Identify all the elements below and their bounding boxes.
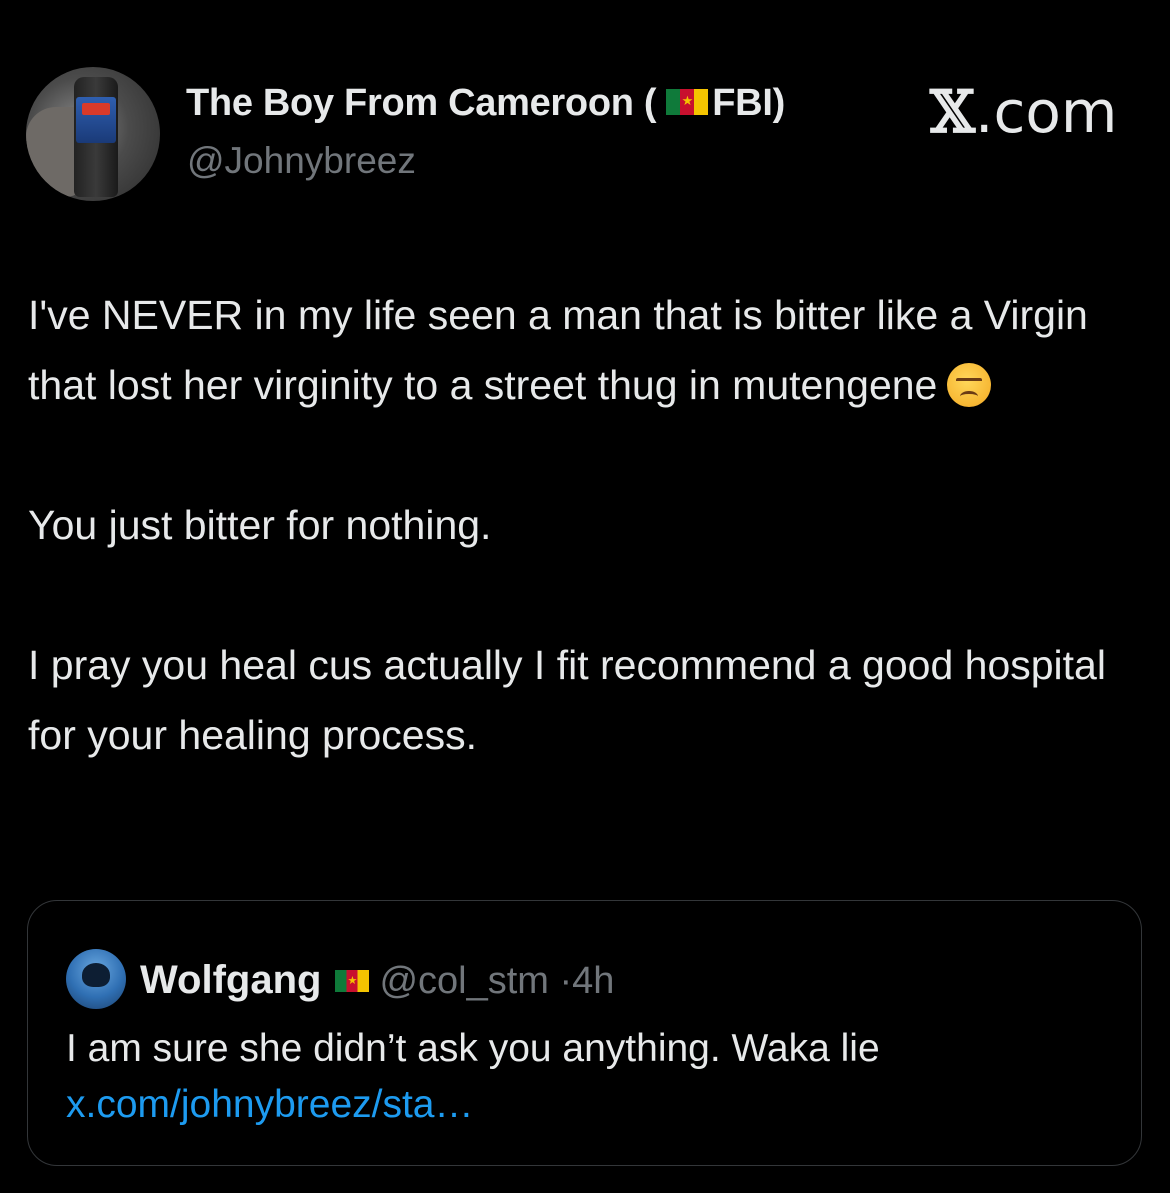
author-handle[interactable]: @Johnybreez bbox=[187, 140, 416, 182]
quoted-tweet-card[interactable]: Wolfgang @col_stm ·4h I am sure she didn’… bbox=[27, 900, 1142, 1166]
author-avatar[interactable] bbox=[26, 67, 160, 201]
meta-separator: · bbox=[559, 960, 573, 1003]
cameroon-flag-icon bbox=[666, 88, 709, 115]
tweet-paragraph-3: I pray you heal cus actually I fit recom… bbox=[28, 642, 1106, 758]
brand-suffix: .com bbox=[975, 78, 1118, 146]
unamused-face-icon bbox=[947, 363, 992, 408]
author-name-text: The Boy From Cameroon ( bbox=[186, 82, 657, 124]
author-name-suffix: FBI) bbox=[712, 82, 785, 124]
quoted-author-avatar[interactable] bbox=[66, 949, 126, 1009]
quoted-timestamp[interactable]: 4h bbox=[572, 960, 614, 1002]
quoted-text-body: I am sure she didn’t ask you anything. W… bbox=[66, 1027, 880, 1070]
author-display-name[interactable]: The Boy From Cameroon ( FBI) bbox=[186, 82, 785, 125]
x-logo-icon: 𝕏 bbox=[930, 78, 976, 146]
quoted-author-handle[interactable]: @col_stm bbox=[379, 960, 549, 1002]
avatar-bottle-label bbox=[76, 97, 116, 143]
x-com-watermark: 𝕏.com bbox=[930, 78, 1117, 146]
tweet-text: I've NEVER in my life seen a man that is… bbox=[28, 280, 1148, 770]
tweet-paragraph-1: I've NEVER in my life seen a man that is… bbox=[28, 292, 1088, 408]
quoted-author-name[interactable]: Wolfgang bbox=[140, 958, 321, 1002]
cameroon-flag-icon bbox=[335, 970, 370, 992]
quoted-tweet-text: I am sure she didn’t ask you anything. W… bbox=[66, 1021, 1126, 1133]
quoted-tweet-link[interactable]: x.com/johnybreez/sta… bbox=[66, 1077, 1126, 1133]
tweet-paragraph-2: You just bitter for nothing. bbox=[28, 502, 492, 548]
quoted-tweet-header: Wolfgang @col_stm ·4h bbox=[66, 949, 614, 1017]
